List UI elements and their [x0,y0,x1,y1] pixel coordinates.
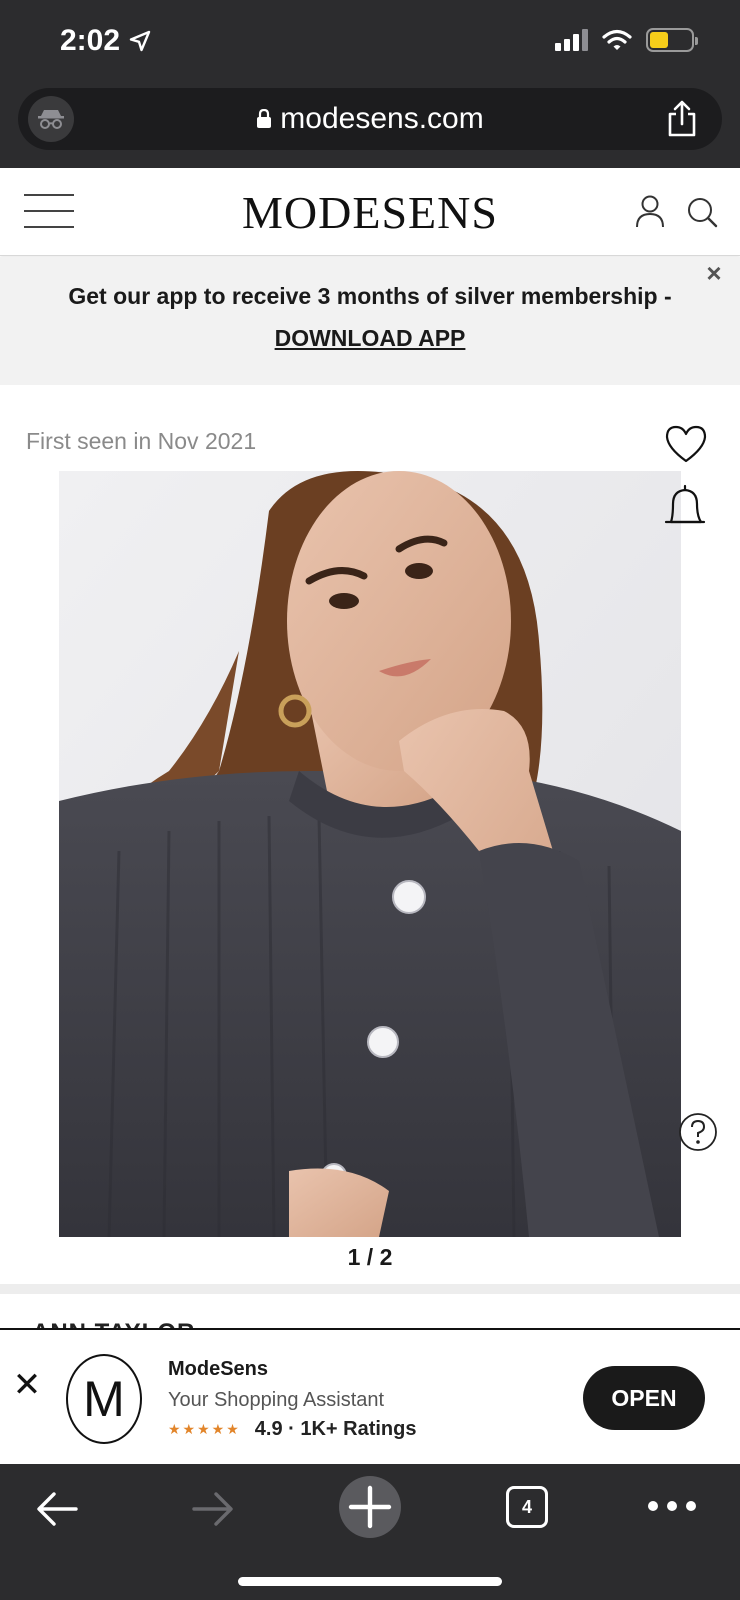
status-time: 2:02 [60,24,121,57]
forward-arrow-icon[interactable] [190,1486,236,1532]
account-icon[interactable] [634,194,666,228]
first-seen-label: First seen in Nov 2021 [26,428,257,454]
url-display[interactable]: modesens.com [18,88,722,150]
battery-icon [646,28,698,52]
open-app-button[interactable]: OPEN [583,1366,705,1430]
status-indicators [555,28,698,52]
site-logo[interactable]: MODESENS [0,186,740,239]
new-tab-button[interactable] [339,1476,401,1538]
close-icon[interactable]: ✕ [12,1368,42,1402]
section-divider [0,1284,740,1294]
tabs-button[interactable]: 4 [506,1486,548,1528]
url-text: modesens.com [280,102,484,135]
back-arrow-icon[interactable] [34,1486,80,1532]
close-icon[interactable]: × [702,260,726,286]
product-image[interactable] [59,471,681,1237]
promo-text: Get our app to receive 3 months of silve… [68,283,672,309]
app-name: ModeSens [168,1358,269,1380]
bell-icon[interactable] [664,484,706,532]
plus-icon [348,1485,392,1529]
promo-banner: × Get our app to receive 3 months of sil… [0,257,740,385]
product-photo [59,471,681,1237]
app-tagline: Your Shopping Assistant [168,1389,385,1411]
more-dots-icon[interactable] [648,1494,696,1518]
app-rating-row: ★★★★★ 4.9 · 1K+ Ratings [168,1418,416,1441]
download-app-link[interactable]: DOWNLOAD APP [0,325,740,352]
app-logo: M [66,1354,142,1444]
cellular-signal-icon [555,29,588,51]
status-bar: 2:02 [0,0,740,84]
home-indicator [238,1577,502,1586]
image-pager: 1 / 2 [347,1244,393,1270]
star-rating-icon: ★★★★★ [168,1421,241,1437]
app-install-banner: ✕ M ModeSens Your Shopping Assistant ★★★… [0,1328,740,1464]
status-time-group: 2:02 [60,24,152,58]
app-rating: 4.9 · 1K+ Ratings [254,1418,417,1440]
help-icon[interactable] [678,1112,718,1152]
wifi-icon [602,29,632,50]
brand-name[interactable]: ANN TAYLOR [32,1318,195,1328]
location-arrow-icon [129,30,151,52]
site-header: MODESENS [0,168,740,256]
browser-address-area: modesens.com [0,84,740,168]
address-bar[interactable]: modesens.com [18,88,722,150]
battery-level [650,32,668,48]
heart-icon[interactable] [664,424,708,464]
lock-icon [257,109,272,128]
search-icon[interactable] [686,196,718,228]
share-icon[interactable] [664,100,700,138]
